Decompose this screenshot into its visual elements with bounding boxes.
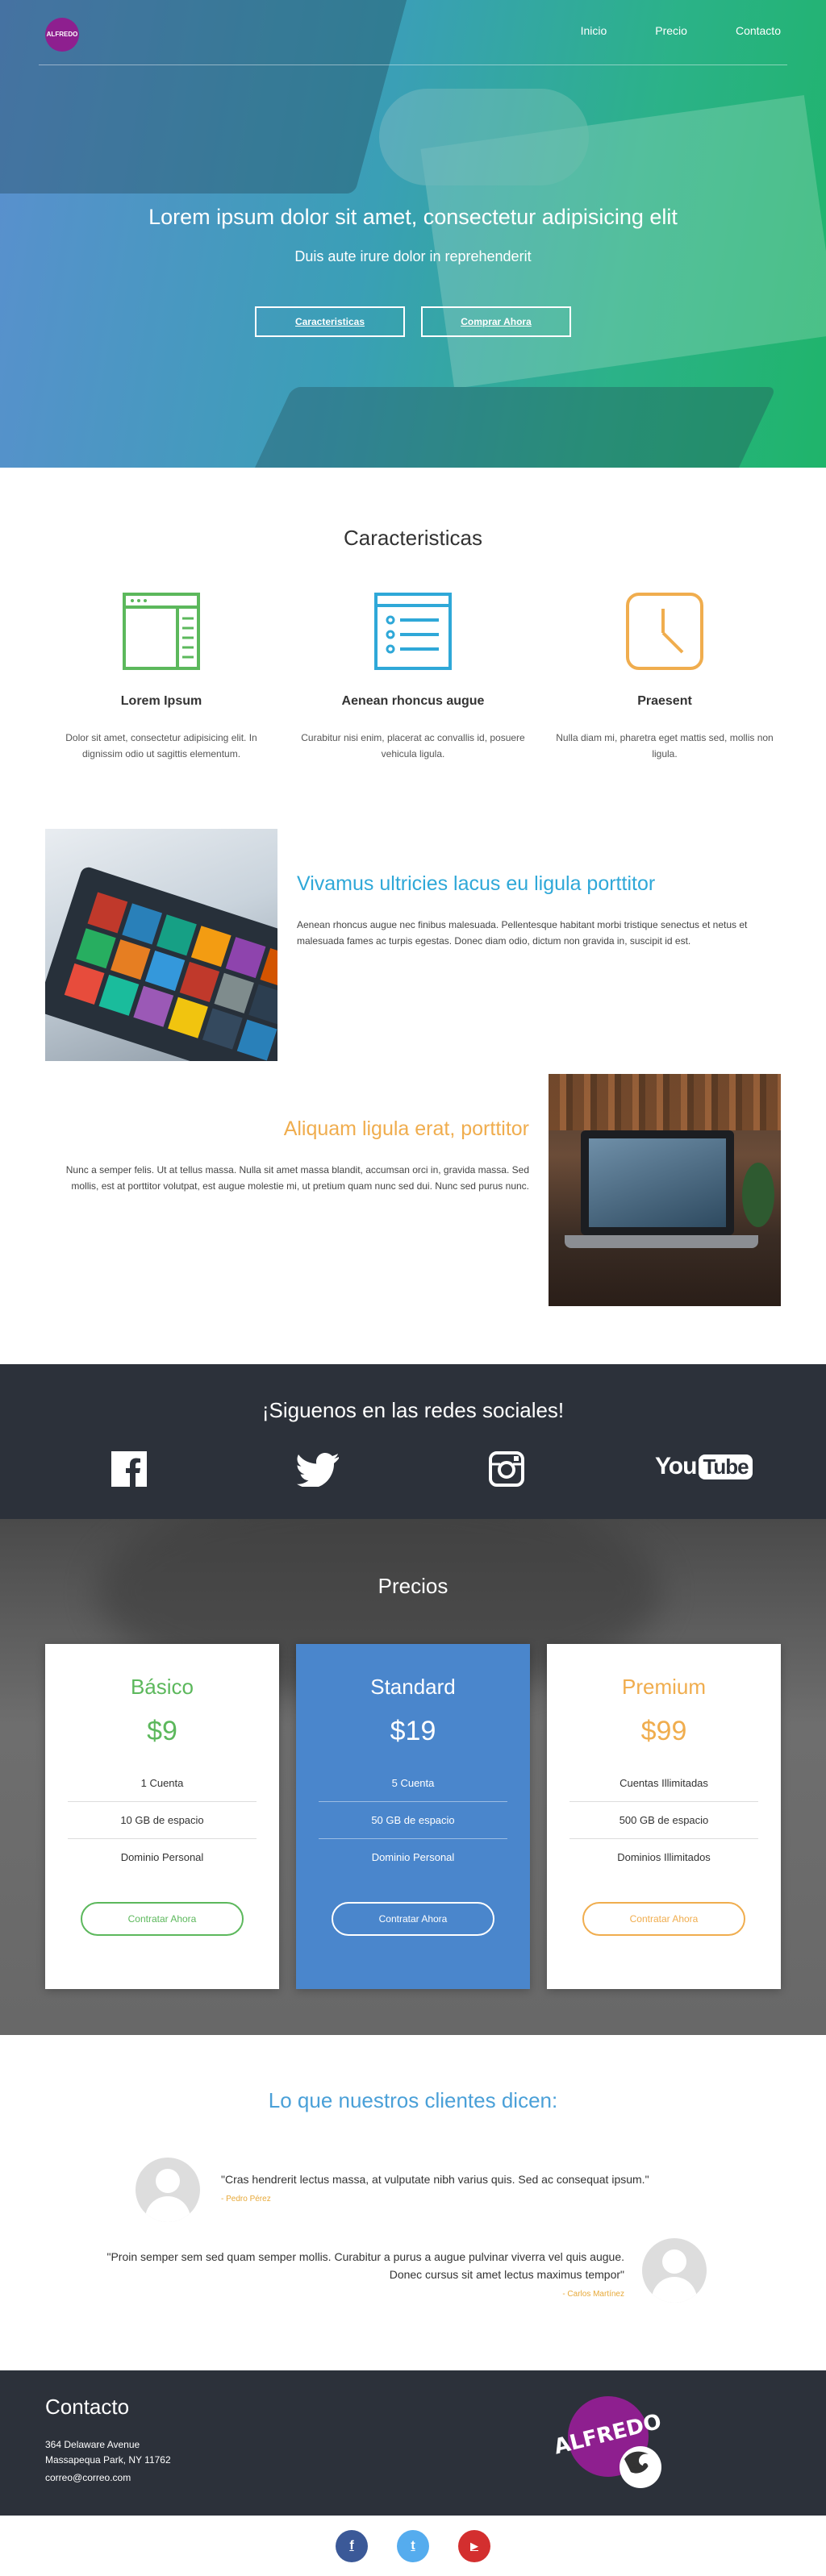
testimonials-title: Lo que nuestros clientes dicen: [268, 2088, 558, 2112]
pricing-card-premium: Premium $99 Cuentas Illimitadas 500 GB d… [547, 1644, 781, 1989]
avatar [136, 2158, 200, 2222]
youtube-you: You [655, 1453, 697, 1479]
contract-premium-button[interactable]: Contratar Ahora [582, 1902, 745, 1936]
split-1-paragraph: Aenean rhoncus augue nec finibus malesua… [297, 919, 748, 947]
testimonial-author: - Carlos Martínez [562, 2290, 624, 2299]
youtube-icon[interactable]: You Tube [655, 1453, 753, 1480]
split-1-title: Vivamus ultricies lacus eu ligula portti… [297, 872, 656, 895]
feature-title: Aenean rhoncus augue [341, 694, 485, 708]
footer: f t ▶ [0, 2516, 826, 2576]
plan-feature: Dominios Illimitados [617, 1851, 711, 1863]
features-button[interactable]: Caracteristicas [255, 306, 405, 337]
buy-now-button[interactable]: Comprar Ahora [421, 306, 571, 337]
feature-text: Nulla diam mi, pharetra eget mattis sed,… [556, 732, 774, 759]
page: ALFREDO Inicio Precio Contacto Lorem ips… [0, 0, 826, 2576]
plan-feature: Cuentas Illimitadas [569, 1765, 758, 1802]
hero-background-image [0, 0, 826, 468]
plan-feature: 10 GB de espacio [68, 1802, 257, 1839]
feature-split-2: Aliquam ligula erat, porttitor Nunc a se… [45, 1074, 781, 1306]
feature-item: Lorem Ipsum Dolor sit amet, consectetur … [40, 593, 282, 762]
split-2-paragraph: Nunc a semper felis. Ut at tellus massa.… [65, 1164, 529, 1192]
split-1-text: Vivamus ultricies lacus eu ligula portti… [297, 872, 781, 949]
hero-section: ALFREDO Inicio Precio Contacto Lorem ips… [0, 0, 826, 468]
facebook-icon[interactable] [111, 1451, 147, 1491]
nav-link-precio[interactable]: Precio [655, 24, 687, 37]
browser-window-icon [123, 593, 200, 670]
youtube-tube: Tube [699, 1454, 753, 1479]
feature-item: Praesent Nulla diam mi, pharetra eget ma… [544, 593, 786, 762]
plan-name: Premium [621, 1675, 706, 1699]
split-2-text: Aliquam ligula erat, porttitor Nunc a se… [45, 1117, 529, 1194]
testimonial-quote: "Cras hendrerit lectus massa, at vulputa… [221, 2173, 649, 2186]
plan-name: Básico [130, 1675, 194, 1699]
plan-feature: Dominio Personal [120, 1851, 204, 1863]
social-links: You Tube [0, 1451, 826, 1493]
twitter-icon[interactable]: t [397, 2530, 429, 2562]
features-title: Caracteristicas [344, 526, 482, 550]
testimonial-author: - Pedro Pérez [221, 2195, 271, 2204]
contract-basic-button[interactable]: Contratar Ahora [81, 1902, 244, 1936]
plan-feature: 1 Cuenta [68, 1765, 257, 1802]
nav-link-contacto[interactable]: Contacto [736, 24, 781, 37]
plan-price: $99 [640, 1716, 687, 1746]
plan-price: $9 [147, 1716, 177, 1746]
contact-section: Contacto 364 Delaware Avenue Massapequa … [0, 2370, 826, 2516]
plan-feature: 5 Cuenta [319, 1765, 507, 1802]
plan-feature: 500 GB de espacio [569, 1802, 758, 1839]
pricing-title: Precios [378, 1574, 448, 1598]
plan-features: Cuentas Illimitadas 500 GB de espacio Do… [569, 1765, 758, 1876]
social-section: ¡Siguenos en las redes sociales! You Tub… [0, 1364, 826, 1519]
laptop-desk-photo [549, 1074, 781, 1306]
list-icon [374, 593, 452, 670]
social-title: ¡Siguenos en las redes sociales! [261, 1398, 565, 1422]
testimonials-section: Lo que nuestros clientes dicen: "Cras he… [0, 2035, 826, 2370]
feature-text: Dolor sit amet, consectetur adipisicing … [65, 732, 257, 759]
plan-name: Standard [370, 1675, 456, 1699]
clock-icon [626, 593, 703, 670]
nav-links: Inicio Precio Contacto [581, 24, 781, 37]
plan-features: 1 Cuenta 10 GB de espacio Dominio Person… [68, 1765, 257, 1876]
feature-title: Lorem Ipsum [120, 694, 202, 708]
plan-feature: 50 GB de espacio [319, 1802, 507, 1839]
plan-price: $19 [390, 1716, 436, 1746]
plan-features: 5 Cuenta 50 GB de espacio Dominio Person… [319, 1765, 507, 1876]
pricing-section: Precios Básico $9 1 Cuenta 10 GB de espa… [0, 1519, 826, 2035]
tablet-photo [45, 829, 277, 1061]
contact-address-line2: Massapequa Park, NY 11762 [45, 2454, 171, 2466]
instagram-icon[interactable] [489, 1451, 524, 1491]
testimonial-quote: "Proin semper sem sed quam semper mollis… [106, 2250, 625, 2281]
contract-standard-button[interactable]: Contratar Ahora [332, 1902, 494, 1936]
hero-title: Lorem ipsum dolor sit amet, consectetur … [148, 205, 678, 229]
pricing-card-basic: Básico $9 1 Cuenta 10 GB de espacio Domi… [45, 1644, 279, 1989]
youtube-icon[interactable]: ▶ [458, 2530, 490, 2562]
facebook-icon[interactable]: f [336, 2530, 368, 2562]
contact-title: Contacto [45, 2395, 130, 2419]
contact-email[interactable]: correo@correo.com [45, 2470, 131, 2486]
contact-address-line1: 364 Delaware Avenue [45, 2439, 140, 2450]
alfredo-logo: ALFREDO [550, 2393, 671, 2493]
split-2-title: Aliquam ligula erat, porttitor [283, 1117, 529, 1140]
hero-buttons: Caracteristicas Comprar Ahora [0, 306, 826, 337]
avatar [642, 2238, 707, 2303]
plan-feature: Dominio Personal [371, 1851, 455, 1863]
hero-subtitle: Duis aute irure dolor in reprehenderit [294, 248, 532, 264]
twitter-icon[interactable] [297, 1453, 339, 1491]
nav-link-inicio[interactable]: Inicio [581, 24, 607, 37]
pricing-card-standard: Standard $19 5 Cuenta 50 GB de espacio D… [296, 1644, 530, 1989]
feature-item: Aenean rhoncus augue Curabitur nisi enim… [292, 593, 534, 762]
feature-title: Praesent [637, 694, 692, 708]
features-section: Caracteristicas Lorem Ipsum Dolor sit am… [0, 468, 826, 790]
feature-split-1: Vivamus ultricies lacus eu ligula portti… [45, 829, 781, 1061]
feature-text: Curabitur nisi enim, placerat ac convall… [301, 732, 525, 759]
top-nav: ALFREDO Inicio Precio Contacto [0, 0, 826, 65]
logo[interactable]: ALFREDO [45, 18, 79, 52]
